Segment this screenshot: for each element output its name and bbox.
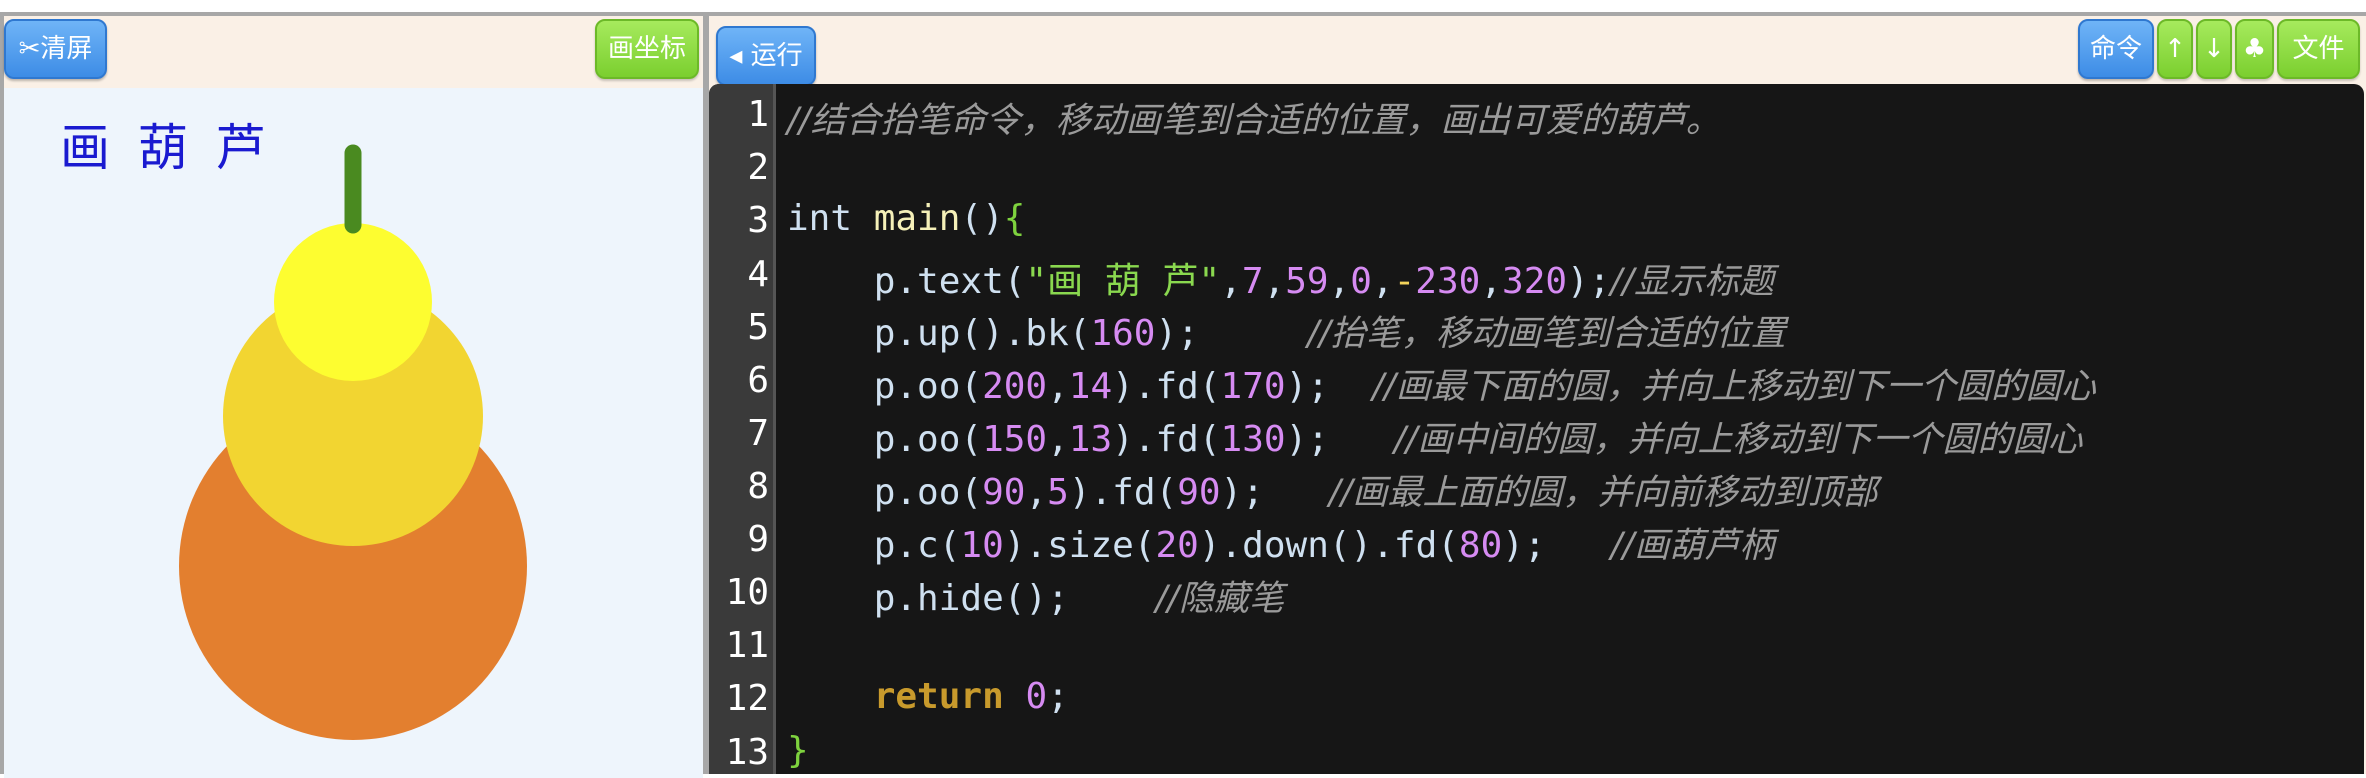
code-token: 13	[1068, 419, 1113, 460]
code-token: ,	[1328, 261, 1351, 302]
code-token: return	[873, 676, 1004, 717]
code-token: //显示标题	[1610, 262, 1774, 302]
code-token: main	[873, 198, 961, 239]
run-button[interactable]: ◂ 运行	[716, 26, 816, 86]
code-line[interactable]: //结合抬笔命令，移动画笔到合适的位置，画出可爱的葫芦。	[787, 92, 1721, 143]
line-number: 10	[725, 572, 769, 613]
code-line[interactable]: p.c(10).size(20).down().fd(80); //画葫芦柄	[787, 517, 1775, 568]
code-token: }	[787, 730, 809, 771]
code-token: 10	[960, 525, 1004, 566]
code-token: p.oo(	[787, 419, 983, 460]
code-line[interactable]: }	[787, 730, 809, 771]
code-token: //画中间的圆，并向上移动到下一个圆的圆心	[1393, 420, 2083, 460]
move-up-button[interactable]: ↑	[2157, 19, 2193, 79]
code-token: 90	[982, 472, 1026, 513]
code-token: -	[1393, 261, 1416, 302]
line-number-gutter: 1 2 3 4 5 6 7 8 9 10 11 12 13	[709, 84, 776, 774]
move-down-button[interactable]: ↓	[2196, 19, 2232, 79]
code-token: 200	[982, 366, 1048, 407]
code-token: ).fd(	[1112, 366, 1221, 407]
code-token: p.oo(	[787, 472, 983, 513]
code-token: 230	[1415, 261, 1481, 302]
line-number: 12	[725, 678, 769, 719]
code-token: p.up().bk(	[787, 313, 1091, 354]
club-icon[interactable]: ♣	[2235, 19, 2274, 79]
code-token: ;	[1047, 676, 1069, 717]
code-token: 5	[1047, 472, 1069, 513]
file-button[interactable]: 文件	[2277, 19, 2360, 79]
code-token: 14	[1068, 366, 1113, 407]
code-token: );	[1567, 261, 1611, 302]
code-line[interactable]: p.oo(200,14).fd(170); //画最下面的圆，并向上移动到下一个…	[787, 358, 2096, 409]
code-token: 90	[1177, 472, 1221, 513]
code-token: 80	[1458, 525, 1503, 566]
code-line[interactable]: p.text("画 葫 芦",7,59,0,-230,320);//显示标题	[787, 252, 1774, 304]
line-number: 1	[747, 94, 769, 135]
code-token: ).fd(	[1112, 419, 1221, 460]
code-token: ).fd(	[1068, 472, 1178, 513]
code-token: ,	[1047, 419, 1069, 460]
code-token: 320	[1502, 261, 1568, 302]
gourd-top-circle	[274, 223, 432, 381]
code-token: 20	[1155, 525, 1199, 566]
code-token: ,	[1263, 261, 1286, 302]
code-token: 150	[982, 419, 1048, 460]
code-token: ).size(	[1003, 525, 1156, 566]
code-token: );	[1285, 366, 1373, 407]
code-token: int	[787, 198, 874, 239]
code-line[interactable]: p.oo(150,13).fd(130); //画中间的圆，并向上移动到下一个圆…	[787, 411, 2083, 462]
code-token: ,	[1480, 261, 1503, 302]
code-line[interactable]: p.hide(); //隐藏笔	[787, 570, 1284, 621]
code-line[interactable]: int main(){	[787, 198, 1025, 239]
line-number: 4	[747, 254, 769, 295]
code-token: ,	[1371, 261, 1394, 302]
canvas-title-text: 画 葫 芦	[60, 119, 272, 177]
code-line[interactable]: return 0;	[787, 676, 1069, 717]
code-token: 59	[1285, 261, 1329, 302]
code-token: ).down().fd(	[1198, 525, 1459, 566]
code-token: p.oo(	[787, 366, 983, 407]
code-token: );	[1220, 472, 1329, 513]
code-token: ,	[1220, 261, 1242, 302]
code-token: p.text(	[787, 261, 1026, 302]
line-number: 13	[725, 732, 769, 773]
code-token: ,	[1047, 366, 1069, 407]
code-token: ,	[1025, 472, 1048, 513]
code-token: "画 葫 芦"	[1025, 261, 1221, 302]
code-line[interactable]: p.oo(90,5).fd(90); //画最上面的圆，并向前移动到顶部	[787, 464, 1878, 515]
code-token: 7	[1241, 261, 1264, 302]
line-number: 2	[747, 147, 769, 188]
code-token: 130	[1220, 419, 1286, 460]
code-token: //结合抬笔命令，移动画笔到合适的位置，画出可爱的葫芦。	[787, 101, 1721, 141]
code-token: 0	[1025, 676, 1048, 717]
command-button[interactable]: 命令	[2078, 19, 2154, 79]
code-editor[interactable]: 1 2 3 4 5 6 7 8 9 10 11 12 13 //结合抬笔命令，移动画笔到合适的位置，画出…	[709, 84, 2364, 774]
code-token: //画最上面的圆，并向前移动到顶部	[1328, 473, 1878, 513]
code-token: p.hide();	[787, 578, 1156, 619]
code-token: {	[1003, 198, 1026, 239]
line-number: 5	[747, 307, 769, 348]
code-token: 160	[1090, 313, 1156, 354]
line-number: 3	[747, 200, 769, 241]
code-token: p.c(	[787, 525, 961, 566]
line-number: 7	[747, 413, 769, 454]
code-token: //隐藏笔	[1155, 579, 1285, 619]
line-number: 6	[747, 360, 769, 401]
code-token: //画最下面的圆，并向上移动到下一个圆的圆心	[1372, 367, 2096, 407]
code-token: //抬笔，移动画笔到合适的位置	[1307, 314, 1786, 354]
code-token: //画葫芦柄	[1610, 526, 1775, 566]
code-token: );	[1285, 419, 1394, 460]
line-number: 8	[747, 466, 769, 507]
code-token: ()	[960, 198, 1004, 239]
line-number: 11	[725, 625, 769, 666]
code-token: );	[1502, 525, 1611, 566]
code-token: );	[1155, 313, 1308, 354]
code-token: 0	[1350, 261, 1372, 302]
code-token: 170	[1220, 366, 1286, 407]
code-line[interactable]: p.up().bk(160); //抬笔，移动画笔到合适的位置	[787, 305, 1786, 356]
line-number: 9	[747, 519, 769, 560]
